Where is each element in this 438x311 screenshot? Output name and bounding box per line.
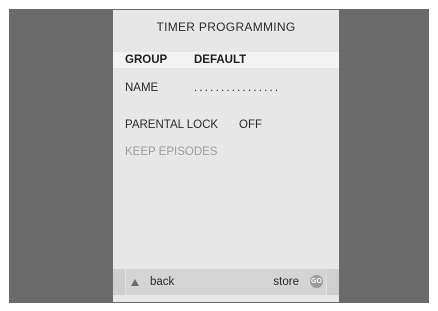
up-arrow-icon[interactable]	[131, 279, 139, 286]
group-label: GROUP	[125, 54, 168, 66]
footer-left-segment	[113, 269, 126, 295]
group-row[interactable]: GROUP DEFAULT	[113, 52, 339, 68]
name-label: NAME	[125, 82, 159, 94]
parental-lock-label: PARENTAL LOCK	[125, 119, 219, 131]
footer-right-segment	[326, 269, 339, 295]
name-value: ................	[194, 82, 281, 94]
name-row[interactable]: NAME ................	[113, 80, 339, 96]
parental-lock-value: OFF	[239, 119, 262, 131]
footer-bar: back store GO	[113, 269, 339, 295]
store-button[interactable]: store	[273, 276, 299, 288]
go-button-icon[interactable]: GO	[310, 275, 323, 288]
keep-episodes-label: KEEP EPISODES	[125, 146, 218, 158]
screen-title: TIMER PROGRAMMING	[156, 20, 296, 34]
back-button[interactable]: back	[150, 276, 174, 288]
parental-lock-row[interactable]: PARENTAL LOCK OFF	[113, 117, 339, 133]
keep-episodes-row: KEEP EPISODES	[113, 144, 339, 160]
menu-panel: TIMER PROGRAMMING GROUP DEFAULT NAME ...…	[113, 10, 339, 302]
group-value: DEFAULT	[194, 54, 247, 66]
